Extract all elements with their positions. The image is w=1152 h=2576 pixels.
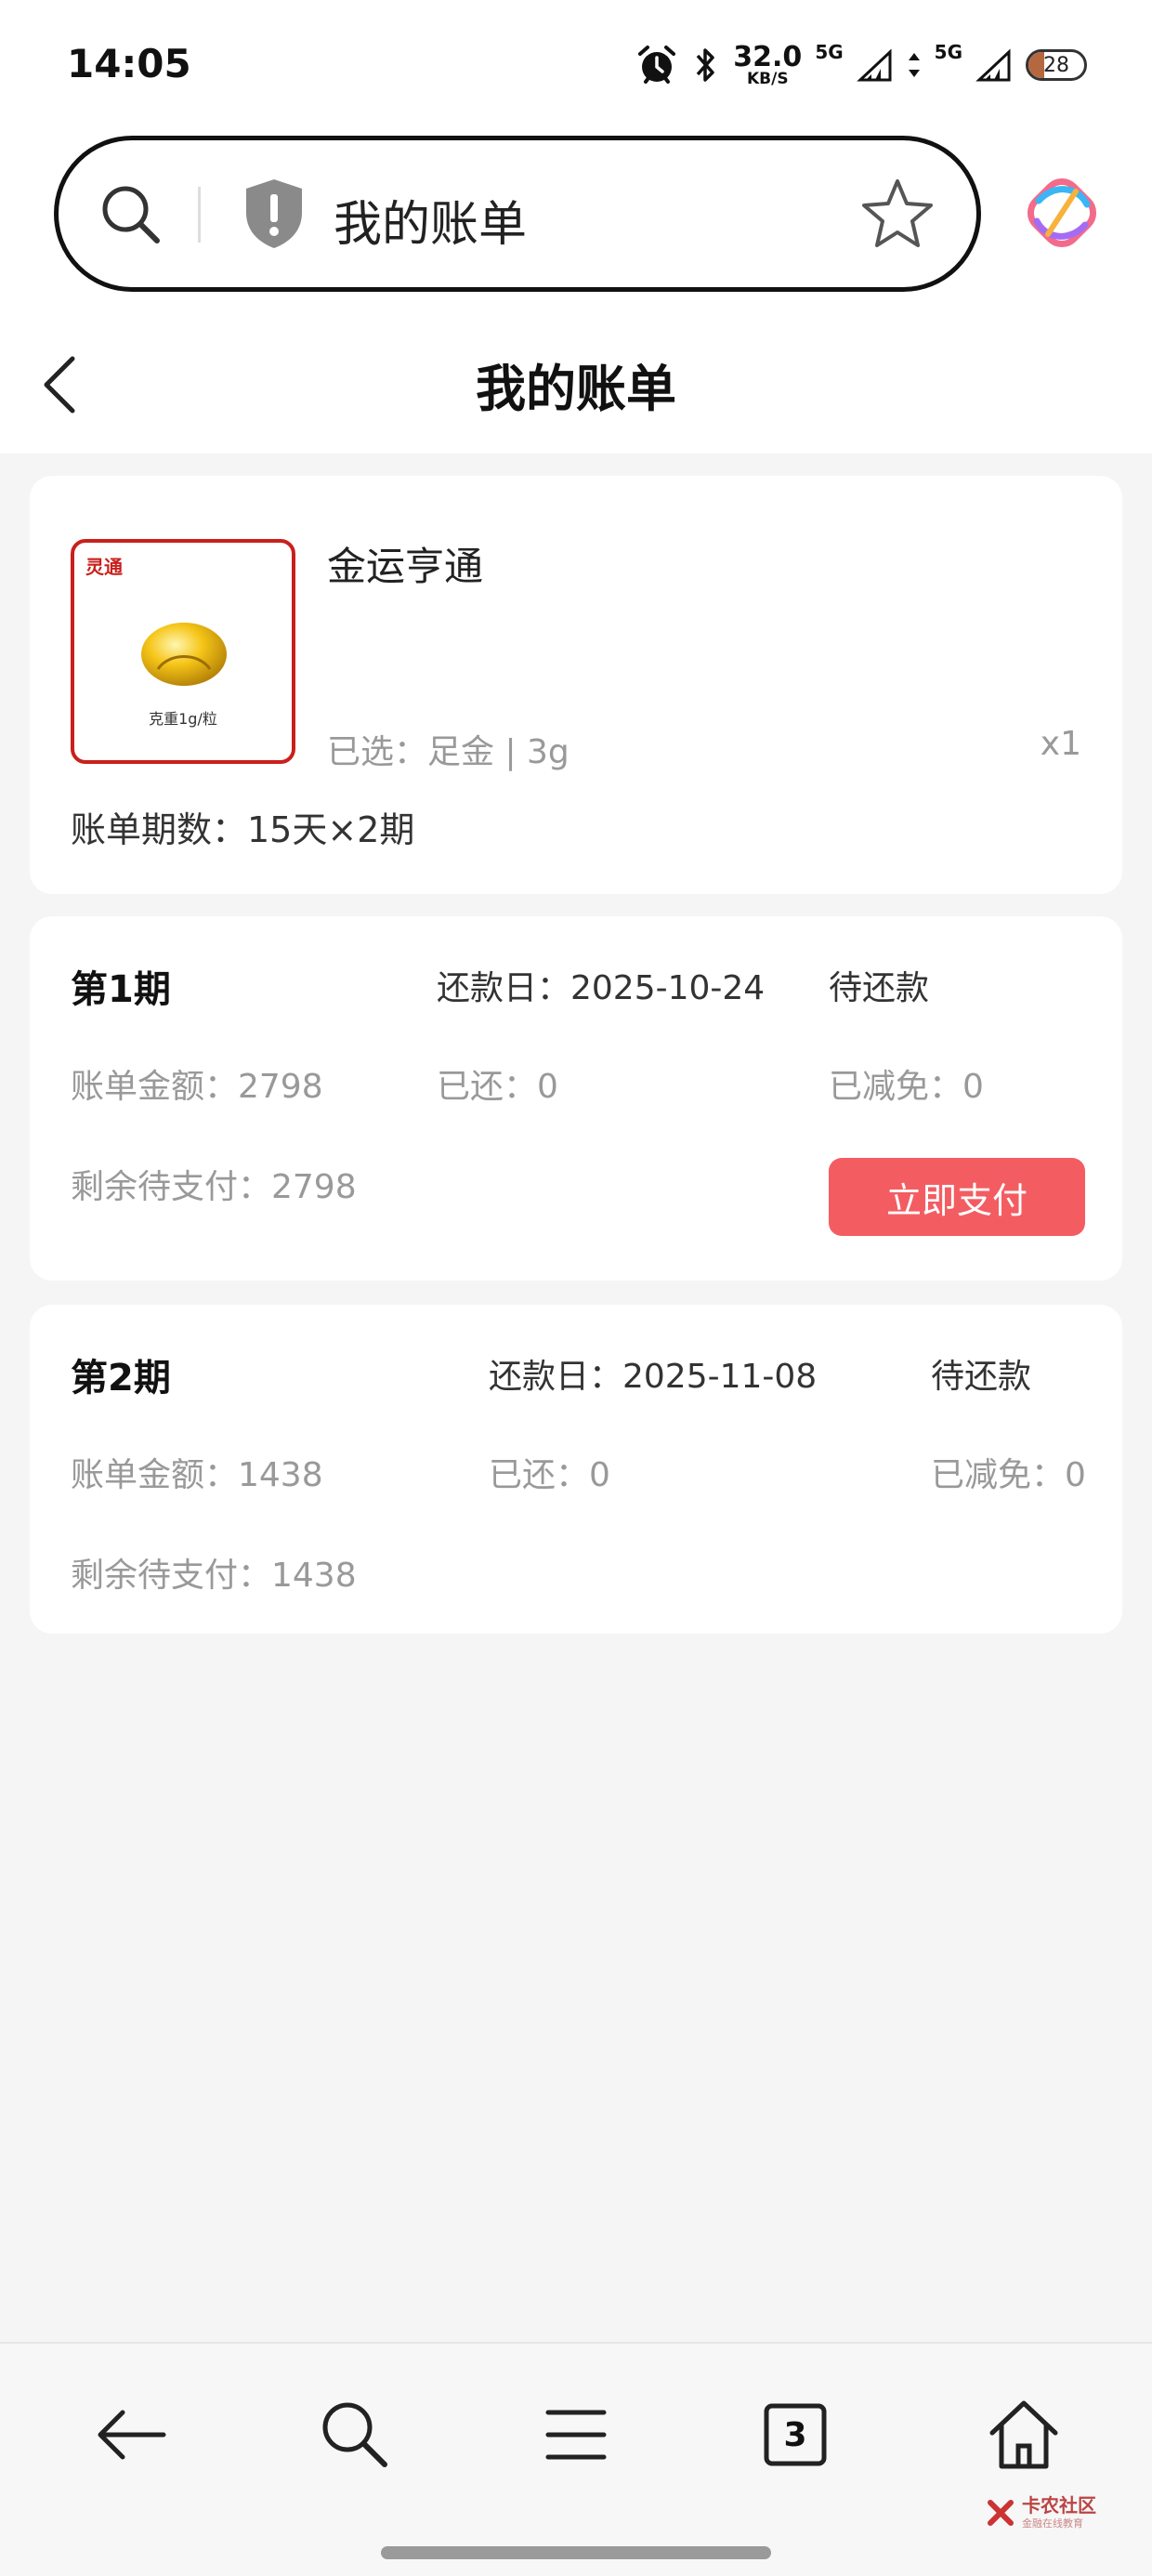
signal-2-icon xyxy=(975,48,1011,82)
period-due-date: 还款日：2025-10-24 xyxy=(437,969,766,1007)
watermark-logo-icon xyxy=(988,2499,1014,2526)
tabs-button[interactable]: 3 xyxy=(764,2403,827,2466)
search-icon[interactable] xyxy=(316,2396,394,2474)
star-icon[interactable] xyxy=(859,176,936,252)
address-bar[interactable]: 我的账单 xyxy=(54,136,981,292)
period-remaining: 剩余待支付：1438 xyxy=(71,1557,357,1595)
signal-1-label: 5G xyxy=(815,41,844,63)
period-title: 第1期 xyxy=(71,968,171,1011)
period-title: 第2期 xyxy=(71,1357,171,1400)
period-card-1: 第1期 还款日：2025-10-24 待还款 账单金额：2798 已还：0 已减… xyxy=(30,916,1122,1281)
pay-now-button[interactable]: 立即支付 xyxy=(829,1158,1085,1236)
status-icons: 32.0 KB/S 5G 5G 28 xyxy=(635,37,1087,93)
alarm-icon xyxy=(638,46,676,84)
product-quantity: x1 xyxy=(1040,725,1081,763)
product-selected-spec: 已选：足金 | 3g xyxy=(327,733,569,771)
product-name: 金运亨通 xyxy=(327,544,484,589)
product-thumbnail[interactable]: 灵通 克重1g/粒 xyxy=(71,539,295,764)
net-speed: 32.0 KB/S xyxy=(733,40,803,88)
period-due-date: 还款日：2025-11-08 xyxy=(489,1358,818,1396)
tab-count: 3 xyxy=(783,2415,807,2454)
status-time: 14:05 xyxy=(67,41,191,86)
period-waived: 已减免：0 xyxy=(931,1456,1086,1494)
bill-periods: 账单期数：15天×2期 xyxy=(71,809,415,850)
gold-bean-image xyxy=(141,623,227,686)
app-logo-icon[interactable] xyxy=(1026,177,1098,249)
watermark-subtext: 金融在线教育 xyxy=(1022,2517,1083,2530)
signal-2-label: 5G xyxy=(934,41,962,63)
net-speed-value: 32.0 xyxy=(733,40,803,73)
back-arrow-icon[interactable] xyxy=(93,2396,171,2474)
battery-icon: 28 xyxy=(1026,49,1087,81)
period-amount: 账单金额：2798 xyxy=(71,1068,323,1106)
period-card-2: 第2期 还款日：2025-11-08 待还款 账单金额：1438 已还：0 已减… xyxy=(30,1305,1122,1634)
watermark-text: 卡农社区 xyxy=(1022,2494,1096,2517)
signal-1-icon xyxy=(856,48,892,82)
shield-icon[interactable] xyxy=(241,176,308,250)
thumb-brand: 灵通 xyxy=(85,556,123,578)
home-icon[interactable] xyxy=(985,2396,1063,2474)
product-card[interactable]: 灵通 克重1g/粒 金运亨通 已选：足金 | 3g x1 账单期数：15天×2期 xyxy=(30,476,1122,894)
watermark: 卡农社区 金融在线教育 xyxy=(985,2496,1096,2529)
period-waived: 已减免：0 xyxy=(829,1068,984,1106)
period-status: 待还款 xyxy=(829,969,930,1007)
address-divider xyxy=(198,187,201,243)
search-icon[interactable] xyxy=(94,177,168,252)
top-area: 14:05 32.0 KB/S 5G 5G 28 我的账单 我的账单 xyxy=(0,0,1152,453)
data-arrows-icon xyxy=(908,53,920,77)
battery-level: 28 xyxy=(1043,53,1069,77)
period-status: 待还款 xyxy=(931,1358,1032,1396)
bottom-nav: 3 卡农社区 金融在线教育 xyxy=(0,2342,1152,2576)
period-paid: 已还：0 xyxy=(489,1456,610,1494)
bluetooth-icon xyxy=(696,48,715,82)
menu-icon[interactable] xyxy=(543,2396,609,2474)
home-indicator[interactable] xyxy=(381,2546,771,2559)
period-paid: 已还：0 xyxy=(437,1068,558,1106)
period-remaining: 剩余待支付：2798 xyxy=(71,1168,357,1206)
status-bar: 14:05 32.0 KB/S 5G 5G 28 xyxy=(0,0,1152,130)
net-speed-unit: KB/S xyxy=(747,69,789,88)
page-title: 我的账单 xyxy=(476,360,676,418)
thumb-spec: 克重1g/粒 xyxy=(149,710,217,728)
period-amount: 账单金额：1438 xyxy=(71,1456,323,1494)
address-query[interactable]: 我的账单 xyxy=(334,185,527,255)
